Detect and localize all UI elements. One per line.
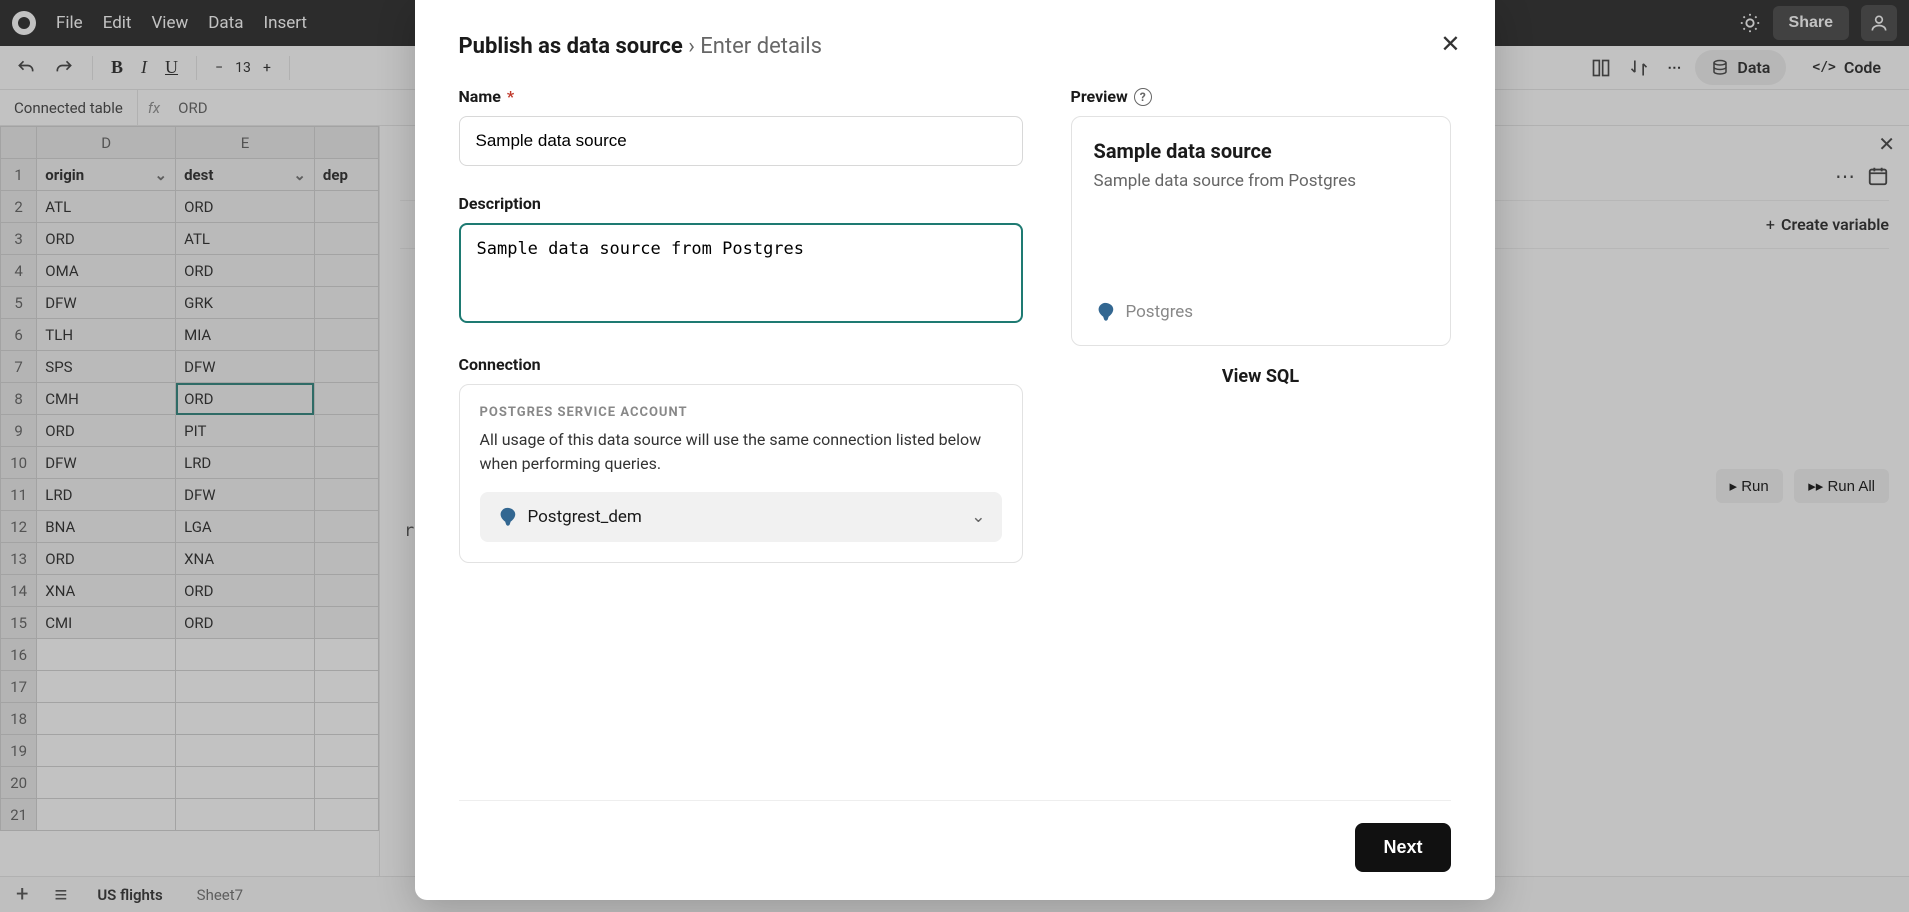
modal-overlay: ✕ Publish as data source › Enter details… [0, 0, 1909, 912]
view-sql-button[interactable]: View SQL [1071, 366, 1451, 387]
preview-label: Preview ? [1071, 87, 1451, 106]
service-account-desc: All usage of this data source will use t… [480, 428, 1002, 476]
connection-box: POSTGRES SERVICE ACCOUNT All usage of th… [459, 384, 1023, 563]
postgres-icon [496, 506, 518, 528]
connection-select[interactable]: Postgrest_dem ⌄ [480, 492, 1002, 542]
preview-title: Sample data source [1094, 139, 1428, 163]
preview-card: Sample data source Sample data source fr… [1071, 116, 1451, 346]
description-input[interactable] [459, 223, 1023, 323]
next-button[interactable]: Next [1355, 823, 1450, 872]
modal-title: Publish as data source › Enter details [459, 34, 1451, 59]
service-account-label: POSTGRES SERVICE ACCOUNT [480, 405, 1002, 420]
preview-desc: Sample data source from Postgres [1094, 171, 1428, 191]
modal-close-icon[interactable]: ✕ [1440, 30, 1460, 58]
name-input[interactable] [459, 116, 1023, 166]
help-icon[interactable]: ? [1134, 88, 1152, 106]
postgres-icon [1094, 301, 1116, 323]
connection-value: Postgrest_dem [528, 507, 642, 527]
name-label: Name* [459, 87, 1023, 106]
description-label: Description [459, 194, 1023, 213]
connection-label: Connection [459, 355, 1023, 374]
publish-modal: ✕ Publish as data source › Enter details… [415, 0, 1495, 900]
chevron-down-icon: ⌄ [971, 507, 985, 527]
preview-source: Postgres [1126, 302, 1194, 322]
